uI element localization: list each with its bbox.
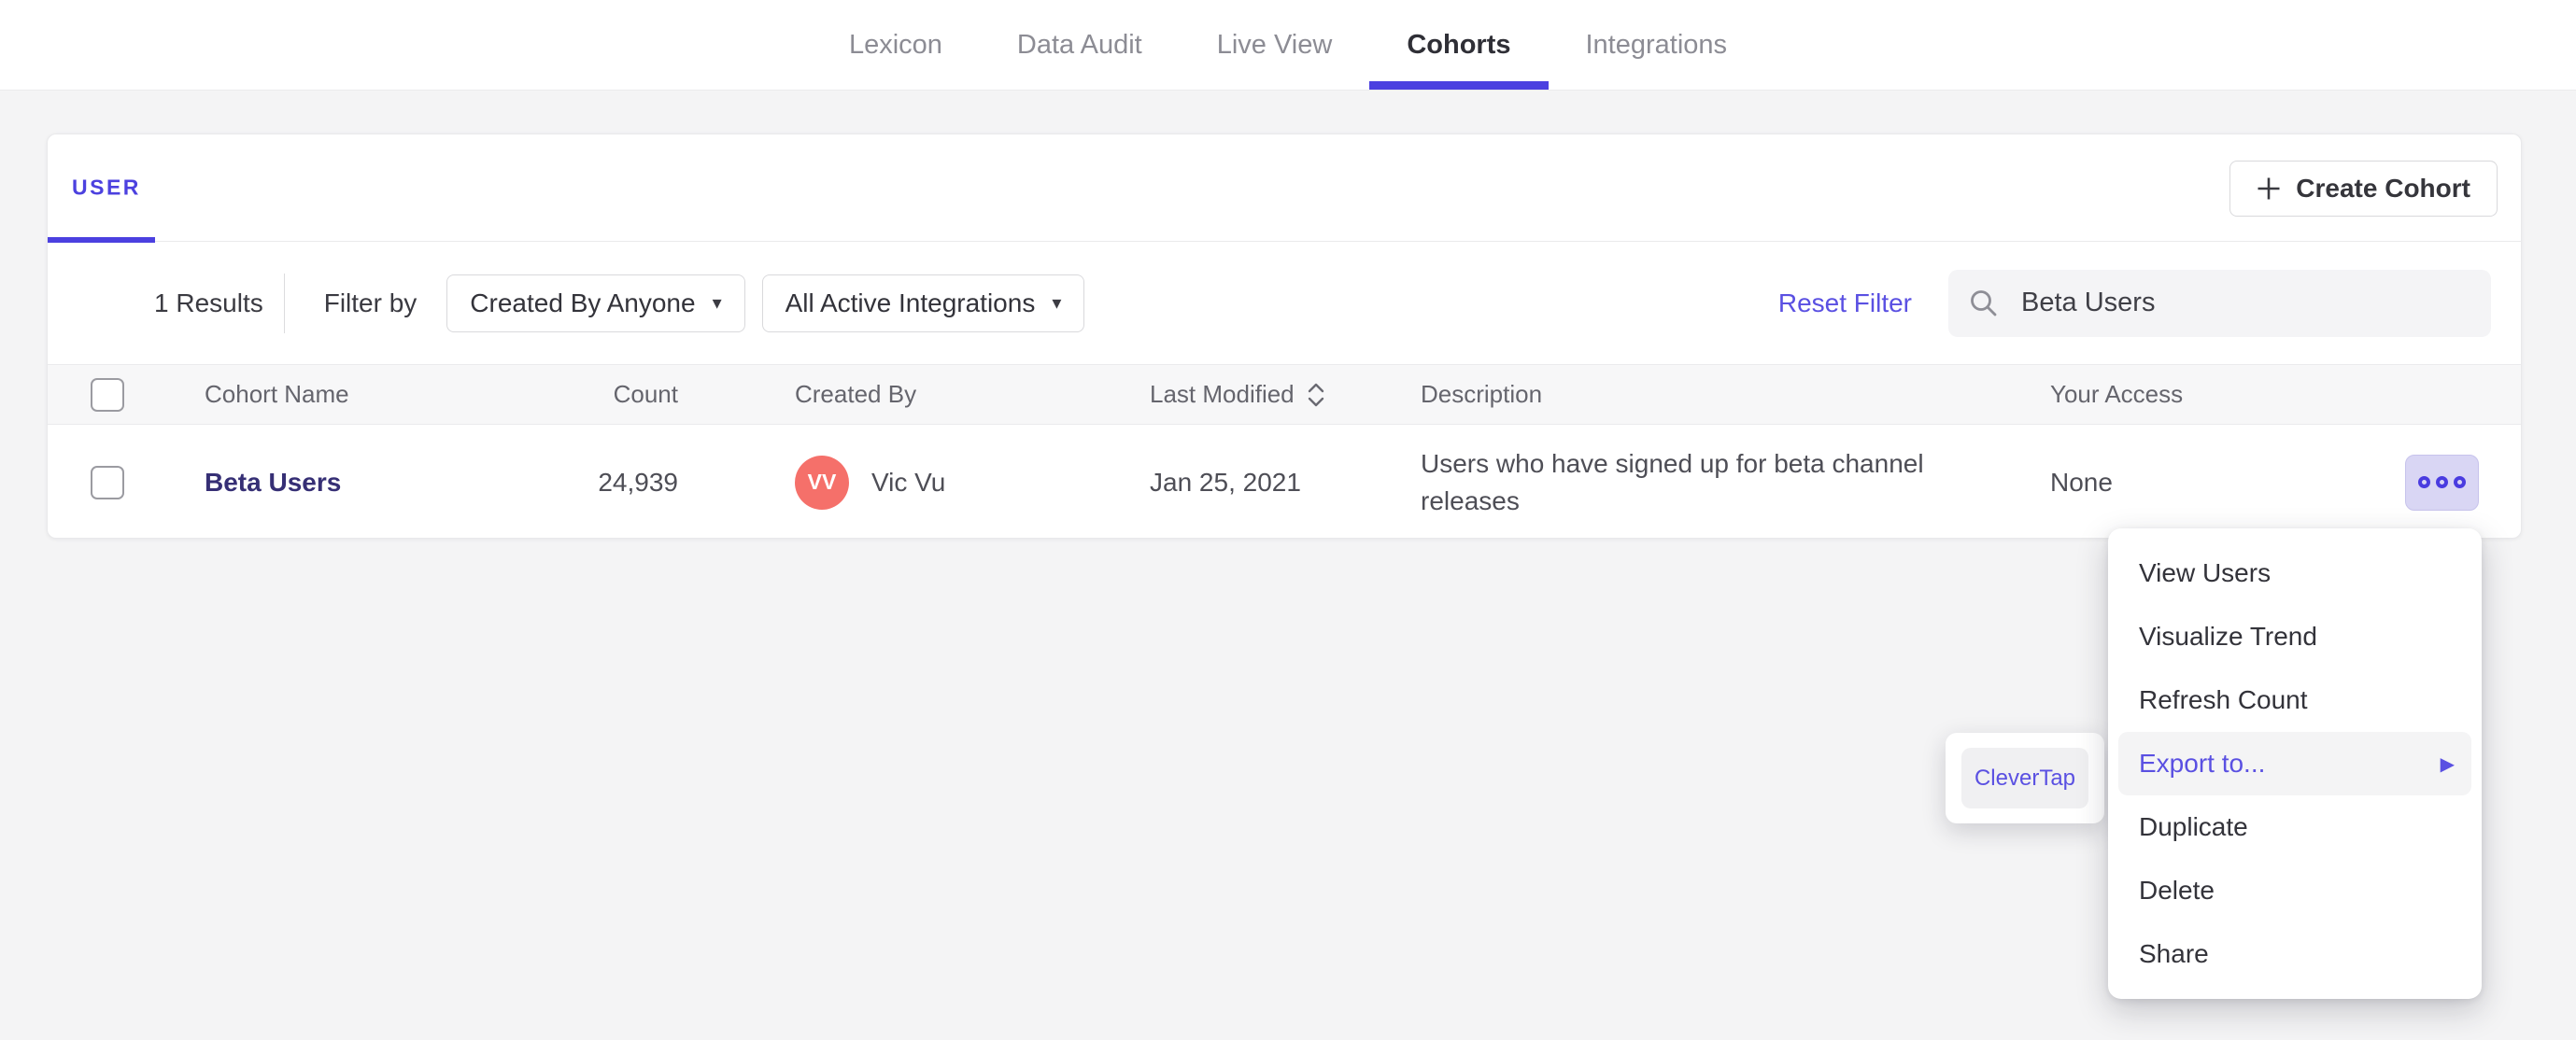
column-header-count: Count: [613, 380, 678, 408]
caret-down-icon: ▾: [1052, 293, 1062, 314]
select-all-checkbox-cell: [91, 365, 124, 424]
row-checkbox-cell: [91, 425, 124, 540]
integrations-dropdown[interactable]: All Active Integrations ▾: [761, 274, 1085, 332]
table-row: Beta Users 24,939 VV Vic Vu Jan 25, 2021…: [48, 425, 2521, 540]
created-by-name: Vic Vu: [871, 467, 946, 497]
column-header-created-by: Created By: [795, 380, 917, 408]
cohort-type-tabs: USER Create Cohort: [48, 134, 2521, 243]
search-box[interactable]: [1948, 269, 2491, 337]
more-actions-button[interactable]: [2405, 454, 2479, 511]
results-count: 1 Results: [154, 288, 263, 317]
export-to-label: Export to...: [2139, 749, 2266, 778]
nav-tabs: Lexicon Data Audit Live View Cohorts Int…: [0, 0, 2576, 90]
column-header-description: Description: [1421, 380, 1543, 408]
dot-icon: [2436, 476, 2448, 488]
select-all-checkbox[interactable]: [91, 377, 124, 412]
reset-filter-link[interactable]: Reset Filter: [1778, 288, 1912, 318]
menu-item-refresh-count[interactable]: Refresh Count: [2118, 668, 2471, 732]
menu-item-visualize-trend[interactable]: Visualize Trend: [2118, 605, 2471, 668]
nav-tab-live-view[interactable]: Live View: [1180, 0, 1370, 90]
nav-tab-data-audit[interactable]: Data Audit: [980, 0, 1180, 90]
active-tab-underline: [48, 237, 155, 243]
integrations-dropdown-value: All Active Integrations: [785, 288, 1036, 317]
filter-by-label: Filter by: [323, 288, 418, 317]
submenu-arrow-icon: ▶: [2440, 753, 2455, 775]
last-modified-value: Jan 25, 2021: [1150, 467, 1301, 497]
last-modified-label: Last Modified: [1150, 380, 1295, 408]
column-header-your-access: Your Access: [2050, 380, 2184, 408]
row-checkbox[interactable]: [91, 465, 124, 499]
created-by-dropdown[interactable]: Created By Anyone ▾: [446, 274, 745, 332]
column-header-cohort-name: Cohort Name: [205, 380, 349, 408]
caret-down-icon: ▾: [712, 293, 722, 314]
divider: [283, 273, 285, 333]
submenu-item-clevertap[interactable]: CleverTap: [1961, 748, 2088, 808]
description-text: Users who have signed up for beta channe…: [1421, 448, 1924, 515]
page-background: Lexicon Data Audit Live View Cohorts Int…: [0, 0, 2576, 1040]
cohort-count: 24,939: [598, 467, 678, 497]
menu-item-duplicate[interactable]: Duplicate: [2118, 795, 2471, 859]
row-context-menu: View Users Visualize Trend Refresh Count…: [2108, 528, 2482, 999]
dot-icon: [2418, 476, 2430, 488]
description-cell: Users who have signed up for beta channe…: [1421, 425, 1953, 540]
tab-user[interactable]: USER: [72, 176, 141, 201]
menu-item-view-users[interactable]: View Users: [2118, 541, 2471, 605]
nav-tab-integrations[interactable]: Integrations: [1549, 0, 1765, 90]
search-input[interactable]: [2021, 288, 2451, 318]
top-nav: Lexicon Data Audit Live View Cohorts Int…: [0, 0, 2576, 91]
column-header-last-modified[interactable]: Last Modified: [1150, 365, 1326, 424]
filter-bar: 1 Results Filter by Created By Anyone ▾ …: [48, 242, 2521, 364]
create-cohort-label: Create Cohort: [2296, 174, 2470, 203]
table-header-row: Cohort Name Count Created By Last Modifi…: [48, 364, 2521, 425]
your-access-value: None: [2050, 467, 2113, 497]
create-cohort-button[interactable]: Create Cohort: [2229, 161, 2498, 217]
search-icon: [1971, 289, 1997, 316]
sort-icon: [1308, 383, 1323, 406]
cohorts-card: USER Create Cohort 1 Results Filter by C…: [47, 134, 2522, 539]
avatar: VV: [795, 455, 849, 510]
nav-tab-cohorts[interactable]: Cohorts: [1369, 0, 1549, 90]
plus-icon: [2258, 177, 2280, 200]
more-actions-cell: [2405, 425, 2479, 540]
cohort-name-link[interactable]: Beta Users: [205, 468, 341, 498]
menu-item-export-to[interactable]: Export to... ▶: [2118, 732, 2471, 795]
nav-tab-lexicon[interactable]: Lexicon: [812, 0, 980, 90]
created-by-dropdown-value: Created By Anyone: [470, 288, 696, 317]
menu-item-share[interactable]: Share: [2118, 922, 2471, 986]
menu-item-delete[interactable]: Delete: [2118, 859, 2471, 922]
created-by-cell: VV Vic Vu: [795, 425, 945, 540]
dot-icon: [2454, 476, 2466, 488]
export-submenu: CleverTap: [1946, 733, 2104, 823]
